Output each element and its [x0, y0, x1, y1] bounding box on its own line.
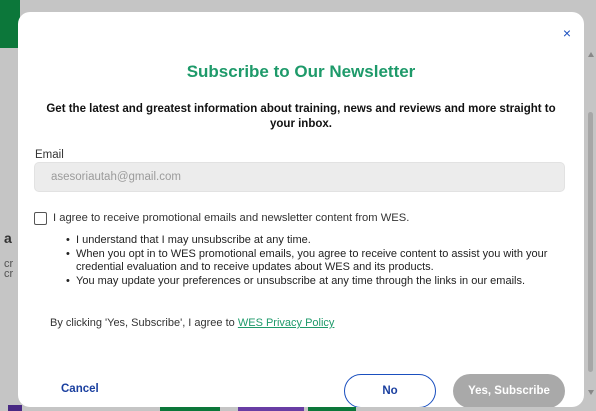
- terms-item: I understand that I may unsubscribe at a…: [66, 234, 566, 248]
- scroll-thumb[interactable]: [588, 112, 593, 372]
- yes-subscribe-button[interactable]: Yes, Subscribe: [453, 374, 565, 407]
- privacy-prefix: By clicking 'Yes, Subscribe', I agree to: [50, 317, 238, 329]
- terms-item: When you opt in to WES promotional email…: [66, 248, 566, 275]
- modal-title: Subscribe to Our Newsletter: [186, 62, 416, 81]
- consent-label: I agree to receive promotional emails an…: [53, 212, 410, 224]
- newsletter-modal: Subscribe to Our Newsletter Get the late…: [18, 12, 584, 407]
- close-icon[interactable]: ×: [560, 26, 574, 40]
- cancel-button[interactable]: Cancel: [61, 383, 99, 395]
- modal-scrollbar[interactable]: [586, 50, 596, 406]
- consent-row[interactable]: I agree to receive promotional emails an…: [34, 211, 409, 225]
- scroll-up-icon[interactable]: [588, 52, 594, 57]
- terms-item: You may update your preferences or unsub…: [66, 275, 566, 289]
- consent-checkbox[interactable]: [34, 211, 47, 225]
- email-label: Email: [35, 149, 64, 161]
- no-button[interactable]: No: [344, 374, 436, 407]
- privacy-policy-link[interactable]: WES Privacy Policy: [238, 317, 335, 329]
- terms-list: I understand that I may unsubscribe at a…: [66, 234, 566, 289]
- privacy-notice: By clicking 'Yes, Subscribe', I agree to…: [50, 317, 334, 329]
- modal-subtitle: Get the latest and greatest information …: [46, 103, 556, 130]
- email-field[interactable]: [34, 162, 565, 192]
- scroll-down-icon[interactable]: [588, 390, 594, 395]
